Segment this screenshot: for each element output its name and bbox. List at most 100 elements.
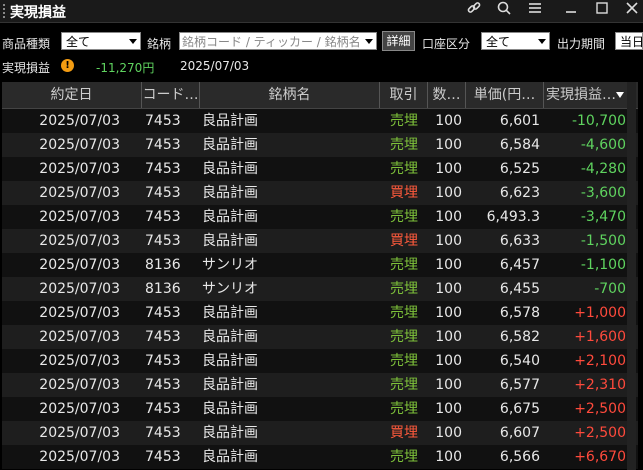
table-row[interactable]: 2025/07/03 7453 良品計画 売埋 100 6,566 +6,670: [2, 445, 638, 469]
output-period-select[interactable]: 当日: [615, 32, 643, 50]
table-row[interactable]: 2025/07/03 7453 良品計画 買埋 100 6,623 -3,600: [2, 181, 638, 205]
summary-date: 2025/07/03: [180, 59, 250, 73]
symbol-search-input[interactable]: 銘柄コード / ティッカー / 銘柄名: [179, 32, 377, 50]
cell-date: 2025/07/03: [39, 449, 120, 465]
table-row[interactable]: 2025/07/03 7453 良品計画 売埋 100 6,577 +2,310: [2, 373, 638, 397]
table-row[interactable]: 2025/07/03 7453 良品計画 売埋 100 6,493.3 -3,470: [2, 205, 638, 229]
cell-realized-pl: +2,100: [574, 353, 626, 369]
cell-side: 売埋: [390, 161, 418, 177]
cell-side: 売埋: [390, 137, 418, 153]
column-header-side[interactable]: 取引: [380, 82, 428, 108]
cell-price: 6,540: [499, 353, 540, 369]
cell-side: 売埋: [390, 257, 418, 273]
symbol-search-placeholder: 銘柄コード / ティッカー / 銘柄名: [182, 35, 361, 49]
cell-realized-pl: -1,500: [580, 233, 626, 249]
table-row[interactable]: 2025/07/03 7453 良品計画 売埋 100 6,525 -4,280: [2, 157, 638, 181]
cell-side: 買埋: [390, 233, 418, 249]
cell-name: 良品計画: [202, 401, 258, 417]
vertical-scrollbar[interactable]: [627, 82, 636, 470]
cell-price: 6,633: [499, 233, 540, 249]
summary-bar: 実現損益 -11,270円 2025/07/03: [0, 57, 643, 77]
cell-realized-pl: +1,600: [574, 329, 626, 345]
detail-button[interactable]: 詳細: [382, 31, 415, 51]
cell-realized-pl: -4,280: [580, 161, 626, 177]
cell-qty: 100: [435, 353, 462, 369]
table-row[interactable]: 2025/07/03 8136 サンリオ 売埋 100 6,455 -700: [2, 277, 638, 301]
cell-date: 2025/07/03: [39, 425, 120, 441]
cell-price: 6,525: [499, 161, 540, 177]
output-period-value: 当日: [620, 35, 643, 49]
cell-side: 買埋: [390, 425, 418, 441]
cell-name: 良品計画: [202, 377, 258, 393]
minimize-icon[interactable]: [560, 1, 582, 21]
table-body: 2025/07/03 7453 良品計画 売埋 100 6,601 -10,700 2025/…: [2, 109, 638, 469]
warning-icon[interactable]: !: [61, 59, 74, 72]
drag-grip-icon[interactable]: [3, 4, 7, 18]
cell-price: 6,584: [499, 137, 540, 153]
menu-icon[interactable]: [524, 1, 546, 21]
sort-descending-icon[interactable]: [616, 92, 624, 98]
cell-qty: 100: [435, 161, 462, 177]
cell-side: 売埋: [390, 209, 418, 225]
cell-date: 2025/07/03: [39, 113, 120, 129]
cell-price: 6,578: [499, 305, 540, 321]
product-type-select[interactable]: 全て: [61, 32, 141, 50]
column-header-pl-label: 実現損益…: [546, 87, 616, 103]
cell-realized-pl: +2,310: [574, 377, 626, 393]
output-period-label: 出力期間: [557, 37, 606, 51]
cell-price: 6,455: [499, 281, 540, 297]
table-row[interactable]: 2025/07/03 7453 良品計画 売埋 100 6,675 +2,500: [2, 397, 638, 421]
cell-name: 良品計画: [202, 425, 258, 441]
table-row[interactable]: 2025/07/03 7453 良品計画 売埋 100 6,540 +2,100: [2, 349, 638, 373]
cell-realized-pl: -700: [594, 281, 626, 297]
cell-price: 6,493.3: [486, 209, 540, 225]
cell-price: 6,601: [499, 113, 540, 129]
cell-qty: 100: [435, 281, 462, 297]
cell-code: 7453: [145, 113, 181, 129]
cell-code: 8136: [145, 257, 181, 273]
table-row[interactable]: 2025/07/03 7453 良品計画 売埋 100 6,578 +1,000: [2, 301, 638, 325]
window-title: 実現損益: [10, 5, 66, 21]
cell-name: 良品計画: [202, 185, 258, 201]
cell-price: 6,577: [499, 377, 540, 393]
table-row[interactable]: 2025/07/03 7453 良品計画 売埋 100 6,601 -10,700: [2, 109, 638, 133]
column-header-qty[interactable]: 数…: [428, 82, 466, 108]
cell-code: 7453: [145, 449, 181, 465]
table-row[interactable]: 2025/07/03 7453 良品計画 売埋 100 6,584 -4,600: [2, 133, 638, 157]
cell-side: 売埋: [390, 449, 418, 465]
cell-code: 7453: [145, 185, 181, 201]
account-type-select[interactable]: 全て: [481, 32, 550, 50]
cell-date: 2025/07/03: [39, 281, 120, 297]
cell-realized-pl: -4,600: [580, 137, 626, 153]
cell-name: 良品計画: [202, 113, 258, 129]
link-icon[interactable]: [463, 1, 485, 21]
cell-qty: 100: [435, 233, 462, 249]
table-row[interactable]: 2025/07/03 7453 良品計画 買埋 100 6,607 +2,500: [2, 421, 638, 445]
cell-realized-pl: +6,670: [574, 449, 626, 465]
column-header-date[interactable]: 約定日: [2, 82, 142, 108]
cell-qty: 100: [435, 185, 462, 201]
maximize-icon[interactable]: [591, 1, 613, 21]
cell-side: 売埋: [390, 113, 418, 129]
summary-label: 実現損益: [2, 61, 51, 75]
table-row[interactable]: 2025/07/03 8136 サンリオ 売埋 100 6,457 -1,100: [2, 253, 638, 277]
cell-qty: 100: [435, 377, 462, 393]
cell-price: 6,582: [499, 329, 540, 345]
cell-qty: 100: [435, 305, 462, 321]
cell-code: 7453: [145, 377, 181, 393]
summary-value: -11,270円: [96, 61, 155, 75]
column-header-price[interactable]: 単価(円…: [466, 82, 544, 108]
search-icon[interactable]: [493, 1, 515, 21]
cell-code: 7453: [145, 161, 181, 177]
cell-side: 売埋: [390, 329, 418, 345]
column-header-name[interactable]: 銘柄名: [200, 82, 380, 108]
cell-qty: 100: [435, 425, 462, 441]
cell-date: 2025/07/03: [39, 353, 120, 369]
column-header-code[interactable]: コード…: [142, 82, 200, 108]
cell-date: 2025/07/03: [39, 305, 120, 321]
close-icon[interactable]: [621, 1, 643, 21]
chevron-down-icon: [365, 39, 373, 44]
table-row[interactable]: 2025/07/03 7453 良品計画 売埋 100 6,582 +1,600: [2, 325, 638, 349]
table-row[interactable]: 2025/07/03 7453 良品計画 買埋 100 6,633 -1,500: [2, 229, 638, 253]
chevron-down-icon: [538, 39, 546, 44]
